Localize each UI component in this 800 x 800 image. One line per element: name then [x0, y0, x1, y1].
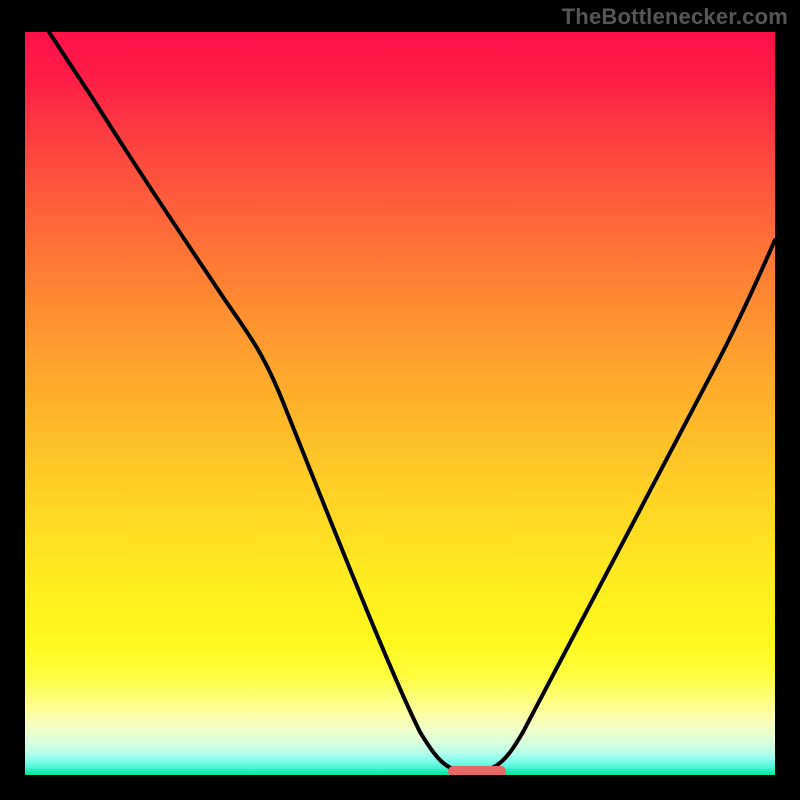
plot-area — [25, 32, 775, 775]
curve-layer — [25, 32, 775, 775]
attribution-text: TheBottlenecker.com — [562, 4, 788, 30]
chart-frame: TheBottlenecker.com — [0, 0, 800, 800]
bottleneck-curve — [49, 32, 775, 772]
optimal-marker — [448, 766, 506, 775]
